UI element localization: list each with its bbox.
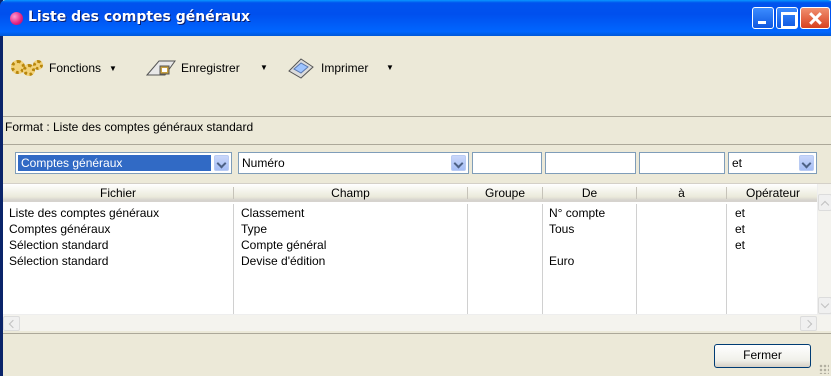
champ-select[interactable]: Numéro [238, 152, 469, 174]
title-bar[interactable]: Liste des comptes généraux [0, 0, 831, 36]
maximize-button[interactable] [776, 7, 798, 29]
cell-de: N° compte [549, 206, 606, 220]
groupe-input[interactable] [472, 152, 542, 174]
minimize-button[interactable] [752, 7, 774, 29]
chevron-down-icon[interactable] [799, 155, 814, 171]
column-header[interactable]: Fichier [3, 186, 233, 200]
imprimer-label: Imprimer [321, 61, 369, 75]
cell-de: Euro [549, 254, 575, 268]
vertical-scrollbar[interactable] [817, 184, 831, 314]
table-header: Fichier Champ Groupe De à Opérateur [3, 184, 821, 202]
resize-grip-icon[interactable] [819, 364, 829, 374]
cell-operateur: et [735, 238, 746, 252]
cell-fichier: Sélection standard [9, 254, 109, 268]
divider [3, 144, 831, 145]
app-icon [10, 12, 23, 25]
column-header[interactable]: Groupe [468, 186, 542, 200]
table-row[interactable]: Comptes généraux Type Tous et [3, 221, 821, 237]
cell-fichier: Comptes généraux [9, 222, 111, 236]
column-header[interactable]: Champ [234, 186, 467, 200]
toolbar: Fonctions ▼ Enregistrer ▼ Imprimer ▼ For… [3, 36, 831, 134]
fonctions-label: Fonctions [49, 61, 102, 75]
enregistrer-menu-button[interactable]: Enregistrer [145, 57, 240, 79]
cell-champ: Devise d'édition [241, 254, 326, 268]
horizontal-scrollbar[interactable] [3, 314, 831, 331]
divider [3, 116, 831, 117]
close-window-button[interactable] [800, 7, 830, 29]
cell-champ: Classement [241, 206, 305, 220]
imprimer-menu-button[interactable]: Imprimer [285, 57, 368, 79]
save-disk-icon [145, 57, 177, 79]
operateur-select[interactable]: et [728, 152, 817, 174]
cell-operateur: et [735, 222, 746, 236]
fichier-select[interactable]: Comptes généraux [15, 152, 232, 174]
column-header[interactable]: De [543, 186, 636, 200]
filter-row: Comptes généraux Numéro et [3, 152, 831, 174]
chevron-down-icon[interactable]: ▼ [386, 63, 394, 72]
cell-de: Tous [549, 222, 575, 236]
chevron-down-icon[interactable]: ▼ [260, 63, 268, 72]
scroll-left-arrow-icon[interactable] [3, 316, 20, 331]
scroll-right-arrow-icon[interactable] [800, 316, 817, 331]
scroll-down-arrow-icon[interactable] [818, 297, 831, 314]
chevron-down-icon[interactable] [451, 155, 466, 171]
enregistrer-label: Enregistrer [181, 61, 240, 75]
table-row[interactable]: Sélection standard Devise d'édition Euro [3, 253, 821, 269]
fonctions-menu-button[interactable]: Fonctions ▼ [9, 57, 117, 79]
column-header[interactable]: Opérateur [727, 186, 819, 200]
table-row[interactable]: Liste des comptes généraux Classement N°… [3, 205, 821, 221]
cell-fichier: Sélection standard [9, 238, 109, 252]
window-title: Liste des comptes généraux [28, 9, 251, 25]
cell-champ: Compte général [241, 238, 327, 252]
cell-fichier: Liste des comptes généraux [9, 206, 160, 220]
chevron-down-icon[interactable] [214, 155, 229, 171]
cell-operateur: et [735, 206, 746, 220]
table-row[interactable]: Sélection standard Compte général et [3, 237, 821, 253]
de-input[interactable] [545, 152, 636, 174]
cell-champ: Type [241, 222, 268, 236]
column-header[interactable]: à [637, 186, 726, 200]
a-input[interactable] [639, 152, 725, 174]
gears-icon [9, 58, 45, 78]
scroll-up-arrow-icon[interactable] [818, 194, 831, 211]
format-label: Format : Liste des comptes généraux stan… [5, 120, 254, 134]
criteria-table[interactable]: Fichier Champ Groupe De à Opérateur List… [3, 183, 831, 331]
fermer-button[interactable]: Fermer [714, 344, 811, 368]
printer-icon [285, 57, 317, 79]
divider [3, 333, 831, 334]
chevron-down-icon: ▼ [109, 63, 117, 73]
window: Liste des comptes généraux Fonctions ▼ E… [0, 0, 831, 376]
